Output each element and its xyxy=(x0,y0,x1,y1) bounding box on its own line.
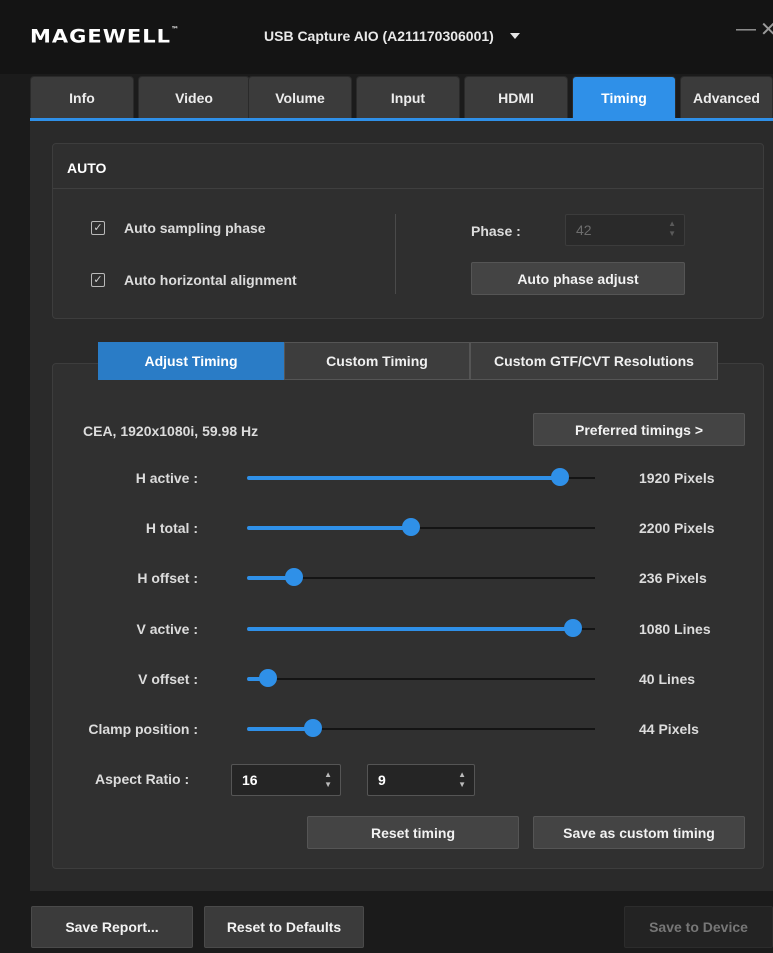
aspect-width-spinbox[interactable]: 16 ▲ ▼ xyxy=(231,764,341,796)
phase-value: 42 xyxy=(576,222,592,238)
phase-label: Phase : xyxy=(471,223,521,239)
minimize-icon[interactable]: — xyxy=(736,18,756,41)
auto-sampling-phase-checkbox[interactable]: ✓ xyxy=(91,221,105,235)
spin-arrows-icon[interactable]: ▲ ▼ xyxy=(458,770,466,790)
subtab-custom-timing[interactable]: Custom Timing xyxy=(284,342,470,380)
reset-timing-button[interactable]: Reset timing xyxy=(307,816,519,849)
save-to-device-button[interactable]: Save to Device xyxy=(624,906,773,948)
timing-panel: AUTO ✓ Auto sampling phase ✓ Auto horizo… xyxy=(30,121,773,891)
auto-horizontal-alignment-label: Auto horizontal alignment xyxy=(124,272,297,288)
h-total-value: 2200 Pixels xyxy=(639,520,715,536)
clamp-position-value: 44 Pixels xyxy=(639,721,699,737)
tab-hdmi[interactable]: HDMI xyxy=(464,76,568,118)
h-offset-value: 236 Pixels xyxy=(639,570,707,586)
tab-video[interactable]: Video xyxy=(138,76,250,118)
h-offset-thumb[interactable] xyxy=(285,568,303,586)
chevron-down-icon xyxy=(509,33,520,39)
main-tabs: Info Video Volume Input HDMI Timing Adva… xyxy=(0,74,773,120)
h-total-fill xyxy=(247,526,411,530)
current-resolution: CEA, 1920x1080i, 59.98 Hz xyxy=(83,423,259,439)
tab-timing[interactable]: Timing xyxy=(572,76,676,118)
h-total-label: H total : xyxy=(145,520,198,536)
brand-logo: MAGEWELL™ xyxy=(30,25,180,47)
auto-horizontal-alignment-checkbox[interactable]: ✓ xyxy=(91,273,105,287)
aspect-height-value: 9 xyxy=(378,772,386,788)
aspect-height-spinbox[interactable]: 9 ▲ ▼ xyxy=(367,764,475,796)
preferred-timings-button[interactable]: Preferred timings > xyxy=(533,413,745,446)
divider xyxy=(395,214,396,294)
reset-defaults-button[interactable]: Reset to Defaults xyxy=(204,906,364,948)
divider xyxy=(53,188,763,189)
spin-arrows-icon[interactable]: ▲ ▼ xyxy=(324,770,332,790)
v-active-value: 1080 Lines xyxy=(639,621,711,637)
tab-info[interactable]: Info xyxy=(30,76,134,118)
spin-arrows-icon: ▲ ▼ xyxy=(668,219,676,238)
auto-phase-adjust-button[interactable]: Auto phase adjust xyxy=(471,262,685,295)
device-select[interactable]: USB Capture AIO (A211170306001) xyxy=(264,28,520,44)
close-icon[interactable]: ✕ xyxy=(760,17,773,42)
clamp-position-thumb[interactable] xyxy=(304,719,322,737)
v-active-label: V active : xyxy=(136,621,198,637)
tab-input[interactable]: Input xyxy=(356,76,460,118)
v-active-thumb[interactable] xyxy=(564,619,582,637)
auto-group: AUTO ✓ Auto sampling phase ✓ Auto horizo… xyxy=(52,143,764,319)
v-offset-slider[interactable] xyxy=(247,678,595,680)
h-active-label: H active : xyxy=(135,470,198,486)
h-active-fill xyxy=(247,476,560,480)
h-total-thumb[interactable] xyxy=(402,518,420,536)
v-offset-label: V offset : xyxy=(138,671,198,687)
device-name: USB Capture AIO (A211170306001) xyxy=(264,28,494,44)
tab-volume[interactable]: Volume xyxy=(248,76,352,118)
auto-title: AUTO xyxy=(67,160,107,176)
bottom-bar: Save Report... Reset to Defaults Save to… xyxy=(0,891,773,953)
phase-input[interactable]: 42 ▲ ▼ xyxy=(565,214,685,246)
subtab-adjust-timing[interactable]: Adjust Timing xyxy=(98,342,284,380)
v-offset-thumb[interactable] xyxy=(259,669,277,687)
h-active-thumb[interactable] xyxy=(551,468,569,486)
timing-subtabs: Adjust Timing Custom Timing Custom GTF/C… xyxy=(98,342,718,380)
title-bar: MAGEWELL™ USB Capture AIO (A211170306001… xyxy=(0,0,773,74)
v-offset-value: 40 Lines xyxy=(639,671,696,687)
save-custom-timing-button[interactable]: Save as custom timing xyxy=(533,816,745,849)
h-offset-label: H offset : xyxy=(137,570,198,586)
clamp-position-label: Clamp position : xyxy=(88,721,198,737)
timing-group: CEA, 1920x1080i, 59.98 Hz Preferred timi… xyxy=(52,363,764,869)
v-active-fill xyxy=(247,627,573,631)
aspect-width-value: 16 xyxy=(242,772,258,788)
aspect-ratio-label: Aspect Ratio : xyxy=(95,771,190,787)
subtab-custom-gtf-cvt[interactable]: Custom GTF/CVT Resolutions xyxy=(470,342,718,380)
save-report-button[interactable]: Save Report... xyxy=(31,906,193,948)
h-active-value: 1920 Pixels xyxy=(639,470,715,486)
tab-advanced[interactable]: Advanced xyxy=(680,76,773,118)
auto-sampling-phase-label: Auto sampling phase xyxy=(124,220,266,236)
